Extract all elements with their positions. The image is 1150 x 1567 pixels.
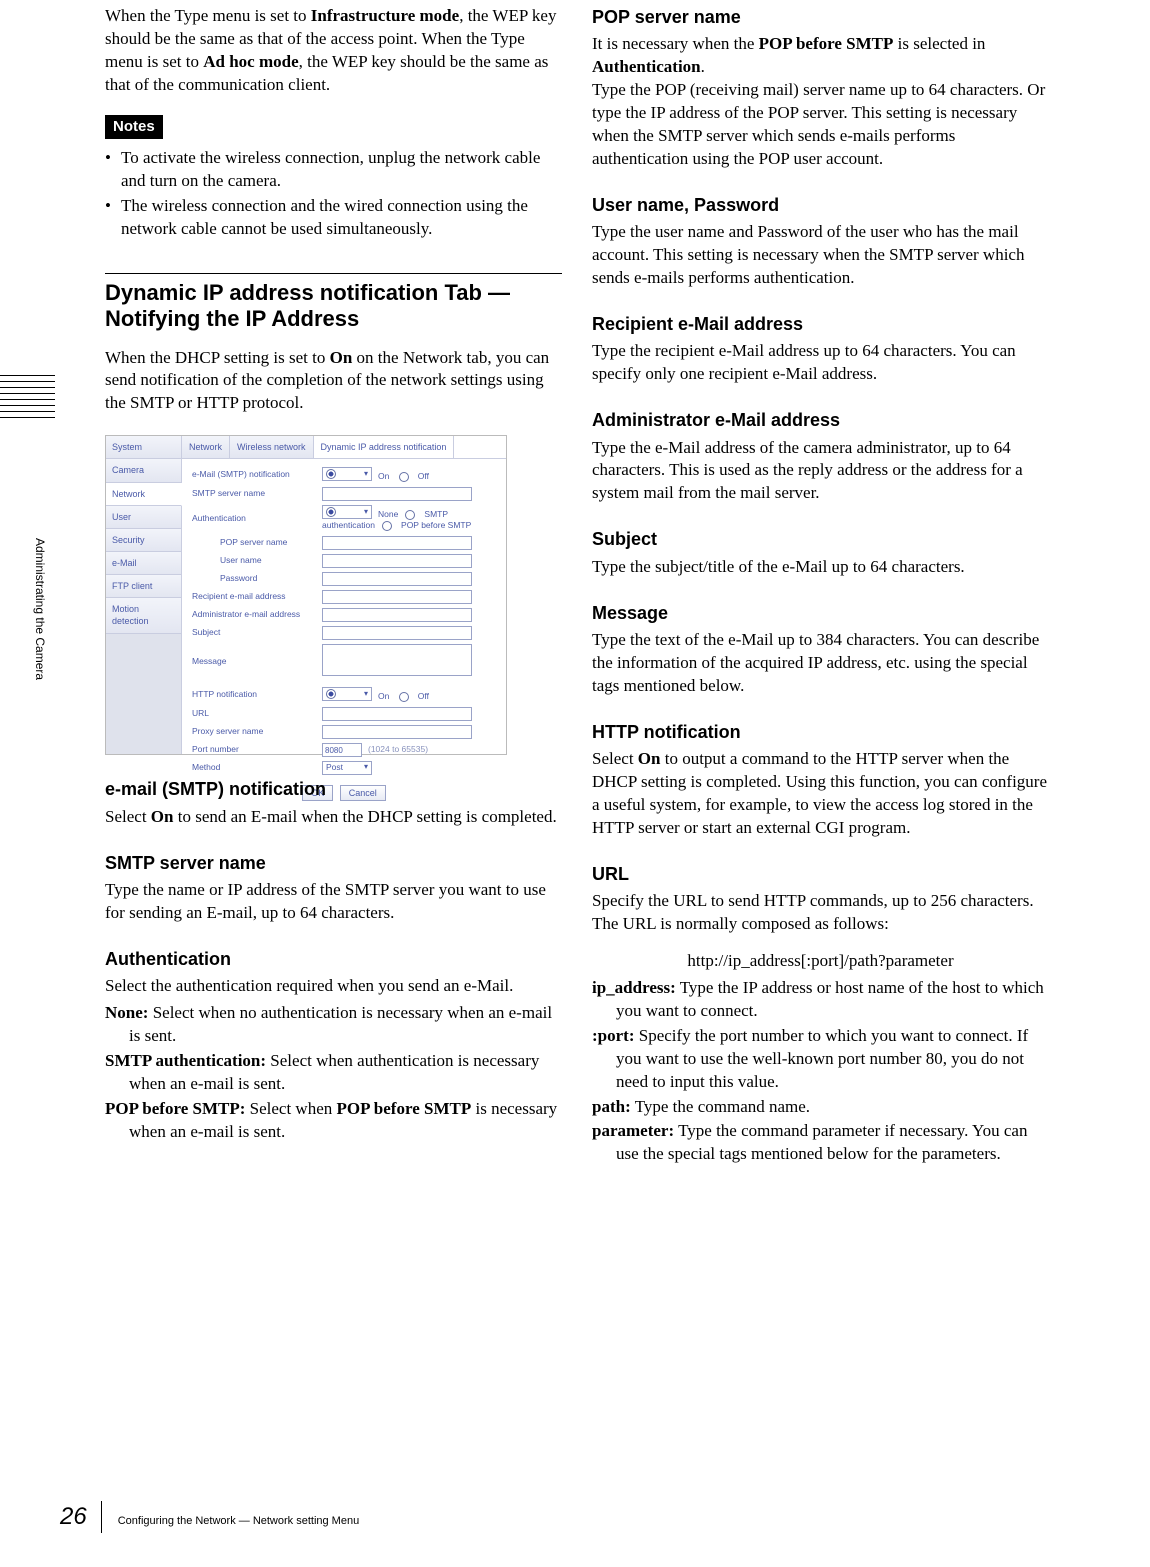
notes-heading: Notes [105, 115, 163, 139]
shot-radio-on[interactable] [322, 687, 372, 701]
shot-label: SMTP server name [192, 488, 322, 499]
shot-text-input[interactable] [322, 554, 472, 568]
def-smtp-auth: SMTP authentication: Select when authent… [105, 1050, 562, 1096]
pop-server-paragraph: It is necessary when the POP before SMTP… [592, 33, 1049, 171]
shot-text-input[interactable] [322, 608, 472, 622]
message-heading: Message [592, 601, 1049, 625]
shot-port-hint: (1024 to 65535) [368, 744, 428, 754]
shot-text-input[interactable] [322, 590, 472, 604]
authentication-paragraph: Select the authentication required when … [105, 975, 562, 998]
note-item: To activate the wireless connection, unp… [105, 147, 562, 193]
shot-nav-item[interactable]: User [106, 506, 182, 529]
shot-nav-item[interactable]: Security [106, 529, 182, 552]
intro-paragraph: When the Type menu is set to Infrastruct… [105, 5, 562, 97]
shot-label: Proxy server name [192, 726, 322, 737]
right-column: POP server name It is necessary when the… [592, 5, 1049, 1168]
side-stripe-decoration [0, 375, 55, 423]
def-pop-before-smtp: POP before SMTP: Select when POP before … [105, 1098, 562, 1144]
shot-label: POP server name [192, 537, 322, 548]
shot-method-select[interactable]: Post [322, 761, 372, 775]
shot-port-input[interactable]: 8080 [322, 743, 362, 757]
shot-radio-auth-none[interactable] [322, 505, 372, 519]
smtp-notification-paragraph: Select On to send an E-mail when the DHC… [105, 806, 562, 829]
section-heading: Dynamic IP address notification Tab — No… [105, 280, 562, 333]
shot-text-input[interactable] [322, 626, 472, 640]
url-paragraph: Specify the URL to send HTTP commands, u… [592, 890, 1049, 936]
page-body: When the Type menu is set to Infrastruct… [105, 5, 1050, 1168]
shot-text-input[interactable] [322, 707, 472, 721]
subject-heading: Subject [592, 527, 1049, 551]
shot-label: URL [192, 708, 322, 719]
shot-tab-active[interactable]: Dynamic IP address notification [314, 436, 455, 458]
shot-label: Password [192, 573, 322, 584]
shot-label: HTTP notification [192, 689, 322, 700]
pop-server-heading: POP server name [592, 5, 1049, 29]
http-notification-heading: HTTP notification [592, 720, 1049, 744]
subject-paragraph: Type the subject/title of the e-Mail up … [592, 556, 1049, 579]
shot-radio-auth-pop[interactable] [382, 520, 395, 531]
user-password-heading: User name, Password [592, 193, 1049, 217]
shot-side-nav: System Camera Network User Security e-Ma… [106, 436, 182, 754]
def-path: path: Type the command name. [592, 1096, 1049, 1119]
url-example: http://ip_address[:port]/path?parameter [592, 950, 1049, 973]
shot-text-input[interactable] [322, 725, 472, 739]
note-item: The wireless connection and the wired co… [105, 195, 562, 241]
admin-email-heading: Administrator e-Mail address [592, 408, 1049, 432]
shot-tab[interactable]: Wireless network [230, 436, 314, 458]
shot-radio-off[interactable] [399, 471, 412, 482]
url-heading: URL [592, 862, 1049, 886]
recipient-paragraph: Type the recipient e-Mail address up to … [592, 340, 1049, 386]
shot-text-input[interactable] [322, 487, 472, 501]
shot-label: Administrator e-mail address [192, 609, 322, 620]
section-intro: When the DHCP setting is set to On on th… [105, 347, 562, 416]
shot-textarea[interactable] [322, 644, 472, 676]
authentication-definitions: None: Select when no authentication is n… [105, 1002, 562, 1144]
shot-radio-on[interactable] [322, 467, 372, 481]
shot-nav-item[interactable]: System [106, 436, 182, 459]
shot-label: User name [192, 555, 322, 566]
notes-list: To activate the wireless connection, unp… [105, 147, 562, 241]
http-notification-paragraph: Select On to output a command to the HTT… [592, 748, 1049, 840]
shot-nav-item[interactable]: e-Mail [106, 552, 182, 575]
section-heading-block: Dynamic IP address notification Tab — No… [105, 273, 562, 333]
admin-email-paragraph: Type the e-Mail address of the camera ad… [592, 437, 1049, 506]
shot-label: Method [192, 762, 322, 773]
settings-screenshot: System Camera Network User Security e-Ma… [105, 435, 507, 755]
footer-title: Configuring the Network — Network settin… [118, 1514, 360, 1529]
shot-tabs: Network Wireless network Dynamic IP addr… [182, 436, 506, 459]
user-password-paragraph: Type the user name and Password of the u… [592, 221, 1049, 290]
page-number: 26 [60, 1501, 102, 1533]
page-footer: 26 Configuring the Network — Network set… [60, 1501, 359, 1533]
left-column: When the Type menu is set to Infrastruct… [105, 5, 562, 1168]
def-none: None: Select when no authentication is n… [105, 1002, 562, 1048]
message-paragraph: Type the text of the e-Mail up to 384 ch… [592, 629, 1049, 698]
shot-label: Authentication [192, 513, 322, 524]
def-ip-address: ip_address: Type the IP address or host … [592, 977, 1049, 1023]
shot-nav-item[interactable]: FTP client [106, 575, 182, 598]
shot-label: e-Mail (SMTP) notification [192, 469, 322, 480]
shot-radio-auth-smtp[interactable] [405, 509, 418, 520]
smtp-server-paragraph: Type the name or IP address of the SMTP … [105, 879, 562, 925]
shot-radio-off[interactable] [399, 691, 412, 702]
shot-nav-item-active[interactable]: Network [106, 483, 182, 506]
shot-text-input[interactable] [322, 572, 472, 586]
def-port: :port: Specify the port number to which … [592, 1025, 1049, 1094]
shot-nav-item[interactable]: Camera [106, 459, 182, 482]
shot-label: Port number [192, 744, 322, 755]
shot-text-input[interactable] [322, 536, 472, 550]
authentication-heading: Authentication [105, 947, 562, 971]
shot-label: Subject [192, 627, 322, 638]
recipient-heading: Recipient e-Mail address [592, 312, 1049, 336]
side-section-label: Administrating the Camera [32, 538, 48, 680]
shot-form: e-Mail (SMTP) notification On Off SMTP s… [182, 459, 506, 808]
shot-cancel-button[interactable]: Cancel [340, 785, 386, 801]
url-definitions: ip_address: Type the IP address or host … [592, 977, 1049, 1167]
def-parameter: parameter: Type the command parameter if… [592, 1120, 1049, 1166]
shot-nav-item[interactable]: Motion detection [106, 598, 182, 633]
shot-tab[interactable]: Network [182, 436, 230, 458]
shot-label: Recipient e-mail address [192, 591, 322, 602]
smtp-server-heading: SMTP server name [105, 851, 562, 875]
shot-label: Message [192, 656, 322, 667]
